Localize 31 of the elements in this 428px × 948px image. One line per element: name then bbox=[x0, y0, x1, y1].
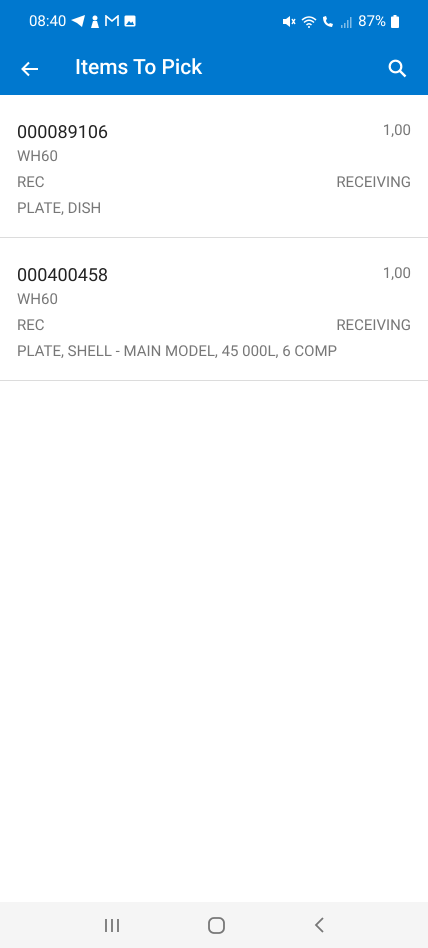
item-number: 000089106 bbox=[17, 121, 108, 145]
item-description: PLATE, SHELL - MAIN MODEL, 45 000L, 6 COMP bbox=[17, 341, 338, 362]
image-icon bbox=[124, 15, 136, 27]
item-location: REC bbox=[17, 315, 45, 336]
item-zone: RECEIVING bbox=[336, 172, 411, 193]
home-icon bbox=[208, 916, 226, 934]
item-quantity: 1,00 bbox=[382, 120, 411, 141]
pick-item[interactable]: 000089106 1,00 WH60 REC RECEIVING PLATE, DISH bbox=[0, 95, 428, 238]
mail-icon bbox=[105, 15, 120, 27]
search-button[interactable] bbox=[386, 58, 408, 80]
item-quantity: 1,00 bbox=[382, 263, 411, 284]
item-number: 000400458 bbox=[17, 264, 108, 288]
item-description: PLATE, DISH bbox=[17, 198, 102, 219]
muted-speaker-icon bbox=[283, 14, 296, 28]
item-warehouse: WH60 bbox=[17, 289, 58, 310]
wifi-icon bbox=[301, 14, 318, 28]
paper-plane-icon bbox=[71, 15, 86, 27]
signal-icon bbox=[341, 14, 354, 28]
pick-item[interactable]: 000400458 1,00 WH60 REC RECEIVING PLATE, SHELL - MAIN MODEL, 45 000L, 6 COMP bbox=[0, 238, 428, 381]
battery-icon bbox=[391, 14, 399, 28]
search-icon bbox=[388, 59, 406, 78]
item-zone: RECEIVING bbox=[336, 315, 411, 336]
battery-percent: 87% bbox=[358, 10, 386, 32]
recent-apps-icon bbox=[104, 918, 120, 932]
item-location: REC bbox=[17, 172, 45, 193]
figure-icon bbox=[90, 14, 100, 28]
item-warehouse: WH60 bbox=[17, 146, 58, 167]
back-arrow-icon bbox=[21, 60, 39, 76]
chevron-left-icon bbox=[314, 917, 324, 933]
screen-title: Items To Pick bbox=[75, 54, 204, 82]
status-time: 08:40 bbox=[29, 10, 66, 32]
